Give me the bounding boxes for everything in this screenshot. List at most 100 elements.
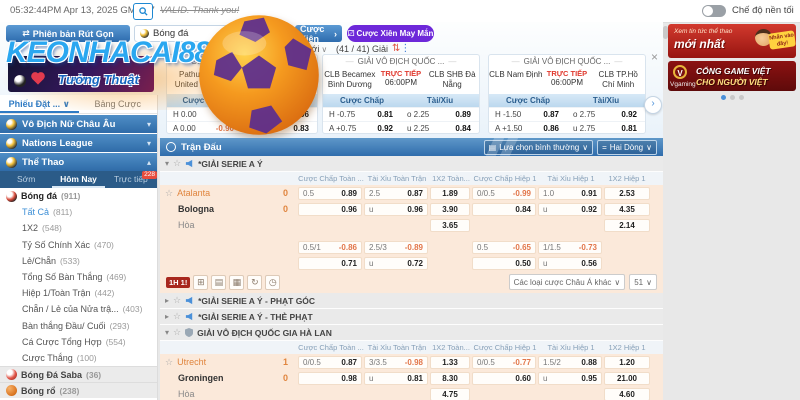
stats-icon[interactable]: ▦ bbox=[229, 275, 244, 290]
sidebar-item-ht-ft[interactable]: Hiệp 1/Toàn Trận(442) bbox=[0, 285, 157, 301]
sidebar-item-half-odd-even[interactable]: Chẵn / Lẻ của Nửa trậ...(403) bbox=[0, 301, 157, 317]
odds-cell[interactable]: 0.96 bbox=[298, 203, 362, 216]
favorite-star-icon[interactable]: ☆ bbox=[173, 295, 181, 306]
odds-cell[interactable]: u0.95 bbox=[538, 372, 602, 385]
odds-value[interactable]: 0.89 bbox=[443, 110, 479, 119]
favorite-star-icon[interactable]: ☆ bbox=[165, 188, 173, 199]
odds-value[interactable]: 0.81 bbox=[609, 124, 645, 133]
list-view-icon[interactable]: ▤ bbox=[211, 275, 226, 290]
odds-cell[interactable]: u0.81 bbox=[364, 372, 428, 385]
sidebar-item-outright[interactable]: Cược Thắng(100) bbox=[0, 350, 157, 366]
sidebar-item-nations-league[interactable]: Nations League▾ bbox=[0, 134, 157, 152]
odds-cell[interactable]: 0/0.5-0.99 bbox=[472, 187, 536, 200]
sidebar-item-first-last-goal[interactable]: Bàn thắng Đầu/ Cuối(293) bbox=[0, 318, 157, 334]
sidebar-item-saba-football[interactable]: Bóng Đá Saba(36) bbox=[0, 366, 157, 382]
sidebar-item-football[interactable]: Bóng đá(911) bbox=[0, 188, 157, 204]
tab-bet-slip[interactable]: Phiếu Đặt ... ∨ bbox=[0, 95, 79, 113]
sidebar-item-basketball[interactable]: Bóng rổ(238) bbox=[0, 382, 157, 398]
carousel-next-button[interactable]: › bbox=[644, 96, 662, 114]
odds-cell[interactable]: 3.65 bbox=[430, 219, 470, 232]
search-button[interactable] bbox=[133, 3, 153, 20]
odds-cell[interactable]: u0.56 bbox=[538, 257, 602, 270]
odds-cell[interactable]: 2.14 bbox=[604, 219, 650, 232]
vgaming-ad-banner[interactable]: V Vgaming CỔNG GAME VIỆT CHO NGƯỜI VIỆT bbox=[668, 61, 796, 91]
odds-value[interactable]: 0.92 bbox=[609, 110, 645, 119]
odds-cell[interactable]: u0.96 bbox=[364, 203, 428, 216]
market-count-select[interactable]: 51∨ bbox=[629, 274, 657, 290]
odds-cell[interactable]: 0.50 bbox=[472, 257, 536, 270]
odds-cell[interactable]: u0.92 bbox=[538, 203, 602, 216]
odds-cell[interactable]: 0/0.50.87 bbox=[298, 356, 362, 369]
odds-value[interactable]: 0.92 bbox=[365, 124, 401, 133]
away-team: CLB SHB Đà Nẵng bbox=[425, 68, 479, 89]
sidebar-item-sports[interactable]: Thể Thao▴ bbox=[0, 153, 157, 171]
odds-cell[interactable]: 2.5/3-0.89 bbox=[364, 241, 428, 254]
odds-value[interactable]: 0.87 bbox=[531, 110, 567, 119]
odds-cell[interactable]: 4.75 bbox=[430, 388, 470, 400]
odds-cell[interactable]: 1.33 bbox=[430, 356, 470, 369]
tab-bet-board[interactable]: Bảng Cược bbox=[79, 95, 158, 113]
odds-cell[interactable]: 0.50.89 bbox=[298, 187, 362, 200]
odds-cell[interactable]: 2.53 bbox=[604, 187, 650, 200]
odds-value[interactable]: 0.84 bbox=[443, 124, 479, 133]
odds-cell[interactable]: 0.5/1-0.86 bbox=[298, 241, 362, 254]
tab-live[interactable]: Trực tiếp228 bbox=[105, 171, 157, 188]
markets-grid-icon[interactable]: ⊞ bbox=[193, 275, 208, 290]
handicap-header: Cược Chấp bbox=[489, 94, 567, 107]
odds-cell[interactable]: 8.30 bbox=[430, 372, 470, 385]
odds-cell[interactable]: 0.84 bbox=[472, 203, 536, 216]
league-row-corners[interactable]: ▸ ☆ *GIẢI SERIE A Ý - PHẠT GÓC bbox=[160, 293, 663, 309]
odds-cell[interactable]: 1.20 bbox=[604, 356, 650, 369]
kickoff-time: 06:00PM bbox=[543, 78, 592, 87]
favorite-star-icon[interactable]: ☆ bbox=[173, 311, 181, 322]
history-icon[interactable]: ◷ bbox=[265, 275, 280, 290]
sidebar-item-mix-parlay[interactable]: Cá Cược Tổng Hợp(554) bbox=[0, 334, 157, 350]
league-row-eredivisie[interactable]: ▾ ☆ GIẢI VÔ ĐỊCH QUỐC GIA HÀ LAN bbox=[160, 325, 663, 341]
favorite-star-icon[interactable]: ☆ bbox=[165, 357, 173, 368]
league-row-bookings[interactable]: ▸ ☆ *GIẢI SERIE A Ý - THẺ PHẠT bbox=[160, 309, 663, 325]
odds-cell[interactable]: 1.00.91 bbox=[538, 187, 602, 200]
featured-match-card[interactable]: —GIẢI VÔ ĐỊCH QUỐC ...— CLB Nam Định TRỰ… bbox=[488, 54, 646, 134]
odds-cell[interactable]: 2.50.87 bbox=[364, 187, 428, 200]
sidebar-item-odd-even[interactable]: Lẻ/Chẵn(533) bbox=[0, 253, 157, 269]
refresh-icon[interactable]: ↻ bbox=[247, 275, 262, 290]
favorite-star-icon[interactable]: ☆ bbox=[173, 158, 181, 169]
odds-cell[interactable]: 21.00 bbox=[604, 372, 650, 385]
odds-cell[interactable]: 0.98 bbox=[298, 372, 362, 385]
favorite-star-icon[interactable]: ☆ bbox=[173, 327, 181, 338]
close-icon[interactable]: × bbox=[651, 50, 658, 64]
odds-cell[interactable]: 0/0.5-0.77 bbox=[472, 356, 536, 369]
sidebar-item-total-goals[interactable]: Tổng Số Bàn Thắng(469) bbox=[0, 269, 157, 285]
odds-cell[interactable]: 1.5/20.88 bbox=[538, 356, 602, 369]
odds-cell[interactable]: 3.90 bbox=[430, 203, 470, 216]
sidebar-item-correct-score[interactable]: Tỷ Số Chính Xác(470) bbox=[0, 237, 157, 253]
odds-value[interactable]: 0.86 bbox=[531, 124, 567, 133]
sidebar-item-womens-euro[interactable]: Vô Địch Nữ Châu Âu▾ bbox=[0, 115, 157, 133]
sort-order-icon[interactable]: ⇅⋮ bbox=[392, 43, 410, 54]
sidebar-item-all[interactable]: Tất Cả(811) bbox=[0, 204, 157, 220]
odds-cell[interactable]: 0.60 bbox=[472, 372, 536, 385]
other-asian-bets-select[interactable]: Các loại cược Châu Á khác∨ bbox=[509, 274, 626, 290]
carousel-dot[interactable] bbox=[721, 95, 726, 100]
lucky-parlay-button[interactable]: ⚂ Cược Xiên May Mắn bbox=[347, 25, 434, 42]
carousel-dot[interactable] bbox=[739, 95, 744, 100]
odds-cell[interactable]: 4.60 bbox=[604, 388, 650, 400]
odds-value[interactable]: 0.81 bbox=[365, 110, 401, 119]
tab-today[interactable]: Hôm Nay bbox=[52, 171, 104, 188]
odds-cell[interactable]: 0.71 bbox=[298, 257, 362, 270]
featured-match-card[interactable]: —GIẢI VÔ ĐỊCH QUỐC ...— CLB Becamex Bình… bbox=[322, 54, 480, 134]
league-row-serie-a[interactable]: ▾ ☆ *GIẢI SERIE A Ý bbox=[160, 156, 663, 172]
odds-cell[interactable]: 1.89 bbox=[430, 187, 470, 200]
dark-mode-toggle[interactable] bbox=[702, 5, 726, 17]
carousel-dot[interactable] bbox=[730, 95, 735, 100]
odds-cell[interactable]: 0.5-0.65 bbox=[472, 241, 536, 254]
news-ad-banner[interactable]: Xem tin tức thể thao mới nhất Nhấn vào đ… bbox=[668, 24, 796, 58]
tab-early[interactable]: Sớm bbox=[0, 171, 52, 188]
odds-cell[interactable]: 4.35 bbox=[604, 203, 650, 216]
odds-cell[interactable]: 3/3.5-0.98 bbox=[364, 356, 428, 369]
odds-column-headers: Cược Chấp Toàn ...Tài Xỉu Toàn Trận1X2 T… bbox=[160, 172, 663, 185]
row-mode-select[interactable]: =Hai Dòng∨ bbox=[597, 140, 657, 155]
odds-cell[interactable]: 1/1.5-0.73 bbox=[538, 241, 602, 254]
sidebar-item-1x2[interactable]: 1X2(548) bbox=[0, 220, 157, 236]
odds-cell[interactable]: u0.72 bbox=[364, 257, 428, 270]
